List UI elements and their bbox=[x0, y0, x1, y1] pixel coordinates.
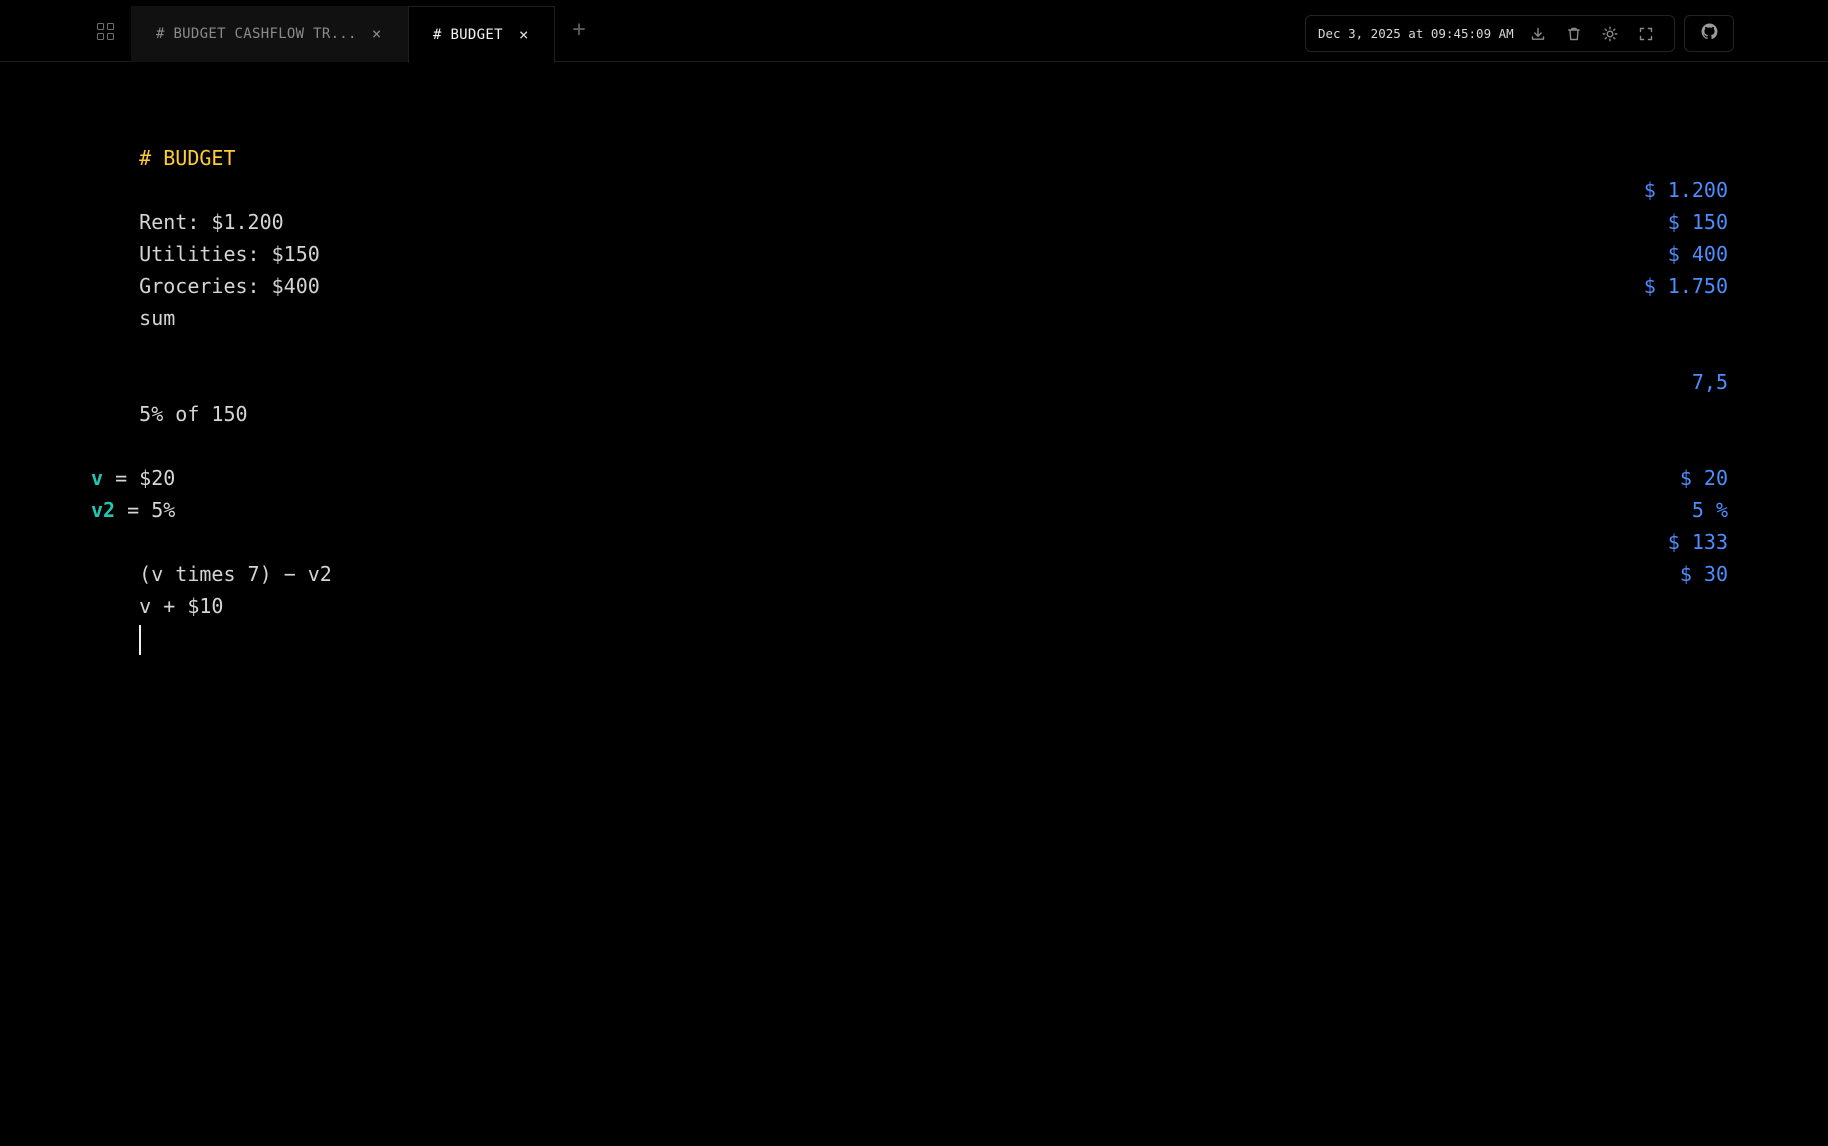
grid-icon[interactable] bbox=[97, 23, 116, 42]
v2-definition-line: v2 = 5% 5 % bbox=[91, 494, 1728, 526]
rent-line: Rent: $1.200 $ 1.200 bbox=[91, 174, 1728, 234]
download-icon[interactable] bbox=[1529, 25, 1547, 43]
grid-cell bbox=[97, 33, 104, 40]
expression-line: (v times 7) − v2 $ 133 bbox=[91, 526, 1728, 586]
heading-line: # BUDGET bbox=[91, 110, 1728, 170]
line-expression: = 5% bbox=[115, 498, 176, 522]
line-result: $ 133 bbox=[1667, 530, 1728, 554]
tab-label: # BUDGET bbox=[433, 27, 503, 43]
grid-cell bbox=[107, 33, 114, 40]
trash-icon[interactable] bbox=[1565, 25, 1583, 43]
github-button[interactable] bbox=[1684, 15, 1734, 52]
line-result: 7,5 bbox=[1691, 370, 1728, 394]
line-result: 5 % bbox=[1691, 498, 1728, 522]
sun-icon[interactable] bbox=[1601, 25, 1619, 43]
timestamp: Dec 3, 2025 at 09:45:09 AM bbox=[1318, 26, 1514, 41]
variable-name: v bbox=[91, 466, 104, 490]
variable-name: v2 bbox=[91, 498, 116, 522]
tab-budget[interactable]: # BUDGET × bbox=[408, 6, 555, 63]
line-result: $ 1.200 bbox=[1643, 178, 1728, 202]
tab-budget-cashflow[interactable]: # BUDGET CASHFLOW TR... × bbox=[131, 6, 408, 62]
expression-line: v + $10 $ 30 bbox=[91, 558, 1728, 618]
line-result: $ 400 bbox=[1667, 242, 1728, 266]
grid-cell bbox=[107, 23, 114, 30]
editor[interactable]: # BUDGET Rent: $1.200 $ 1.200 Utilities:… bbox=[91, 110, 1728, 655]
text-cursor bbox=[139, 624, 142, 655]
close-icon[interactable]: × bbox=[519, 27, 529, 43]
v-definition-line: v = $20 $ 20 bbox=[91, 462, 1728, 494]
top-bar: # BUDGET CASHFLOW TR... × # BUDGET × + D… bbox=[0, 0, 1828, 63]
cursor-line[interactable] bbox=[91, 590, 1728, 655]
line-result: $ 20 bbox=[1679, 466, 1728, 490]
sum-line: sum $ 1.750 bbox=[91, 270, 1728, 330]
github-icon bbox=[1701, 23, 1718, 44]
toolbar: Dec 3, 2025 at 09:45:09 AM bbox=[1305, 15, 1675, 52]
percent-line: 5% of 150 7,5 bbox=[91, 366, 1728, 426]
fullscreen-icon[interactable] bbox=[1637, 25, 1655, 43]
line-result: $ 1.750 bbox=[1643, 274, 1728, 298]
line-result: $ 30 bbox=[1679, 562, 1728, 586]
close-icon[interactable]: × bbox=[372, 26, 382, 42]
tab-label: # BUDGET CASHFLOW TR... bbox=[156, 26, 357, 42]
utilities-line: Utilities: $150 $ 150 bbox=[91, 206, 1728, 266]
groceries-line: Groceries: $400 $ 400 bbox=[91, 238, 1728, 298]
grid-cell bbox=[97, 23, 104, 30]
line-expression: = $20 bbox=[103, 466, 176, 490]
line-result: $ 150 bbox=[1667, 210, 1728, 234]
new-tab-button[interactable]: + bbox=[570, 19, 588, 41]
